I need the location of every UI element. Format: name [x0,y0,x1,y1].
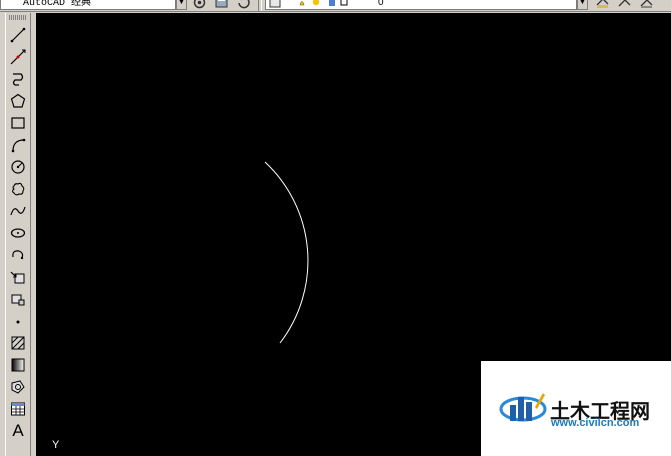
hatch-tool[interactable] [8,333,28,353]
spline-tool[interactable] [8,201,28,221]
ellipse-tool[interactable] [8,223,28,243]
watermark-url: www.civilcn.com [551,417,640,429]
point-tool-icon [16,320,20,324]
spline-tool-icon [10,206,26,216]
region-tool[interactable] [8,377,28,397]
ellipse-tool-icon [10,228,26,238]
ellipse-arc-tool[interactable] [8,245,28,265]
watermark: 土木工程网 www.civilcn.com [481,361,671,456]
rectangle-tool[interactable] [8,113,28,133]
table-tool[interactable] [8,399,28,419]
toolbar-grip[interactable] [9,15,27,20]
arc-tool[interactable] [8,135,28,155]
revision-cloud-tool[interactable] [8,179,28,199]
region-tool-icon [11,380,25,394]
multiline-text-tool[interactable]: A [8,421,28,441]
table-tool-icon [11,402,25,416]
construction-line-tool[interactable] [8,47,28,67]
line-tool-icon [10,27,26,43]
refresh-icon[interactable] [236,0,251,10]
multiline-text-tool-icon: A [12,421,24,440]
make-layer-current-icon[interactable] [595,0,610,10]
polyline-tool-icon [12,73,24,86]
chevron-down-icon: ▼ [178,0,185,6]
arc-tool-icon [11,138,26,153]
workspace-dropdown-button[interactable]: ▼ [176,0,187,10]
layer-state-icons [299,0,348,6]
line-tool[interactable] [8,25,28,45]
toolbar-separator [258,0,262,11]
layer-control[interactable]: 0 [265,0,577,10]
workspace-select[interactable]: AutoCAD 经典 [0,0,176,10]
draw-toolbar: A [5,13,31,456]
ucs-icon-y-label: Y [52,439,60,451]
gradient-tool-icon [11,358,25,372]
workspace-name: AutoCAD 经典 [23,0,92,9]
make-block-tool[interactable] [8,289,28,309]
polygon-tool-icon [10,93,26,108]
layer-dropdown-button[interactable]: ▼ [577,0,588,10]
insert-block-tool[interactable] [8,267,28,287]
layer-states-icon[interactable] [639,0,654,10]
point-tool[interactable] [8,311,28,331]
insert-block-tool-icon [10,271,25,284]
arc-entity [264,161,309,344]
polyline-tool[interactable] [8,69,28,89]
layer-name: 0 [378,0,384,8]
revision-cloud-tool-icon [11,182,25,196]
circle-tool[interactable] [8,157,28,177]
make-block-tool-icon [11,294,25,306]
civilcn-logo-icon [499,393,547,422]
layer-previous-icon[interactable] [617,0,632,10]
rectangle-tool-icon [11,117,25,129]
circle-tool-icon [11,160,25,174]
save-workspace-icon[interactable] [214,0,229,10]
layer-properties-icon[interactable] [269,0,281,8]
top-toolbar: AutoCAD 经典 ▼ 0 ▼ [0,0,671,12]
chevron-down-icon: ▼ [579,0,586,6]
hatch-tool-icon [11,336,25,350]
ellipse-arc-tool-icon [12,250,24,260]
polygon-tool[interactable] [8,91,28,111]
workspace-settings-icon[interactable] [192,0,207,10]
gradient-tool[interactable] [8,355,28,375]
construction-line-tool-icon [10,49,26,65]
